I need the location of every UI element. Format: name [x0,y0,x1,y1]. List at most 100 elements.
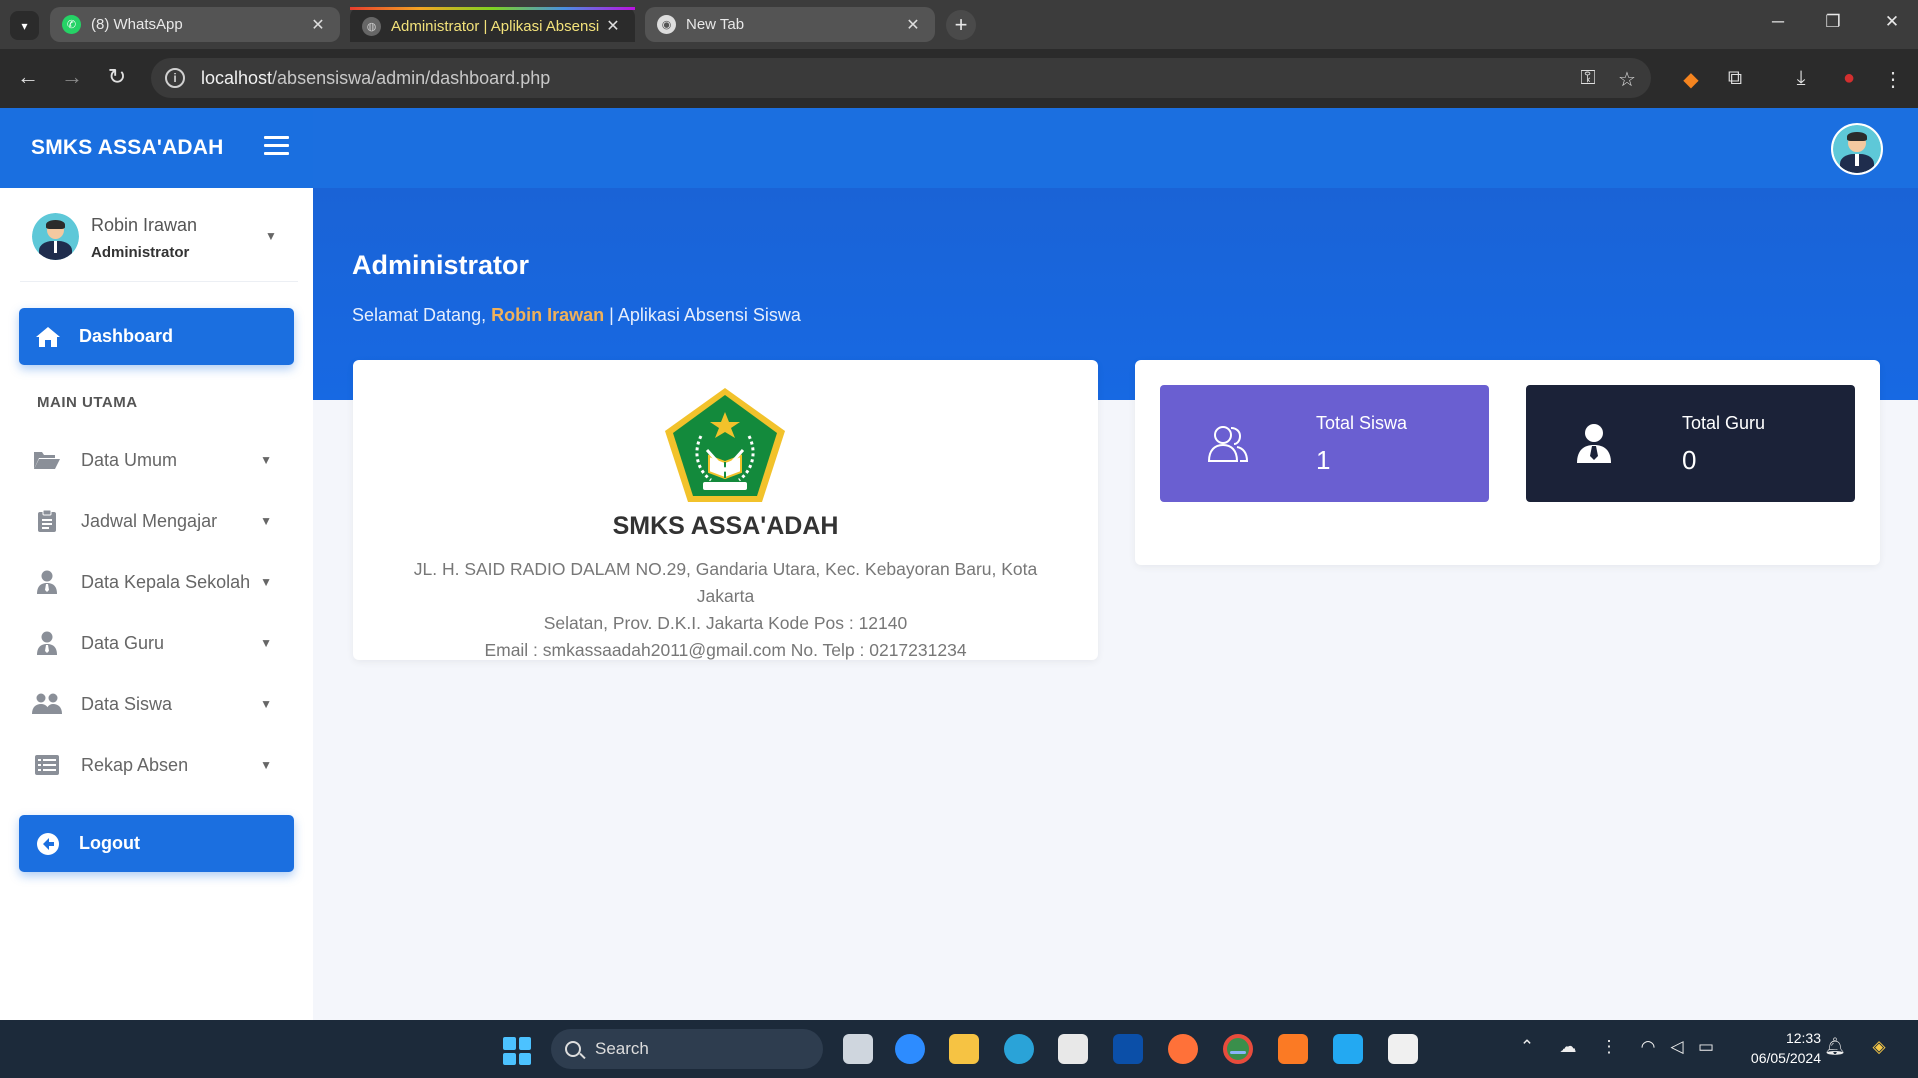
taskbar-search[interactable]: Search [551,1029,823,1069]
sidebar-item-dashboard[interactable]: Dashboard [19,308,294,365]
tab-title: (8) WhatsApp [91,16,183,33]
chevron-down-icon: ▼ [260,453,272,467]
school-info-card: SMKS ASSA'ADAH JL. H. SAID RADIO DALAM N… [353,360,1098,660]
tab-admin[interactable]: ◍ Administrator | Aplikasi Absensi ✕ [350,7,635,42]
url-host: localhost [201,67,273,88]
chrome-taskbar-icon[interactable] [1223,1034,1253,1064]
show-hidden-icons[interactable]: ⌃ [1514,1037,1540,1057]
sidebar-item-label: Dashboard [79,326,174,346]
microsoft-store-icon[interactable] [1058,1034,1088,1064]
close-tab-icon[interactable]: ✕ [603,16,623,36]
vscode-icon[interactable] [1333,1034,1363,1064]
active-app-indicator [1230,1051,1246,1054]
school-name: SMKS ASSA'ADAH [612,512,839,540]
new-tab-button[interactable]: + [946,10,976,40]
sidebar-item-data-kepala-sekolah[interactable]: Data Kepala Sekolah ▼ [32,562,272,602]
chevron-down-icon[interactable]: ▼ [265,229,277,243]
globe-icon: ◍ [362,16,381,36]
user-role: Administrator [91,244,190,261]
welcome-user-name: Robin Irawan [491,305,605,325]
wifi-icon[interactable]: ◠ [1635,1037,1661,1057]
profile-icon[interactable]: ● [1834,67,1864,90]
minimize-icon[interactable]: ─ [1763,12,1793,32]
welcome-text: Selamat Datang, Robin Irawan | Aplikasi … [352,305,801,326]
close-tab-icon[interactable]: ✕ [903,15,923,35]
search-placeholder: Search [595,1039,649,1058]
restore-icon[interactable]: ❐ [1818,12,1848,32]
sidebar-item-jadwal-mengajar[interactable]: Jadwal Mengajar ▼ [32,501,272,541]
clipboard-icon [32,508,62,534]
chevron-down-icon: ▼ [260,758,272,772]
hamburger-menu-icon[interactable] [264,136,289,156]
tab-search-button[interactable]: ▾ [10,11,39,40]
close-tab-icon[interactable]: ✕ [308,15,328,35]
header-avatar[interactable] [1831,123,1883,175]
address-line: JL. H. SAID RADIO DALAM NO.29, Gandaria … [413,559,1038,606]
notification-bell-icon[interactable]: 🔔︎ [1822,1037,1848,1057]
metamask-extension-icon[interactable]: ◆ [1676,67,1706,92]
chevron-down-icon: ▼ [260,514,272,528]
chevron-down-icon: ▼ [260,636,272,650]
chrome-icon: ◉ [657,15,676,34]
sidebar-item-data-umum[interactable]: Data Umum ▼ [32,440,272,480]
user-panel[interactable]: Robin Irawan Administrator ▼ [32,213,292,273]
logout-label: Logout [79,833,140,853]
clock-time: 12:33 [1785,1030,1821,1046]
sidebar: Robin Irawan Administrator ▼ Dashboard M… [0,188,313,1020]
sidebar-item-label: Jadwal Mengajar [81,510,218,531]
windows-start-icon[interactable] [503,1037,531,1065]
users-outline-icon [1206,421,1250,465]
download-icon[interactable]: ⤓ [1786,67,1816,90]
extensions-icon[interactable]: ⧉ [1720,67,1750,90]
back-icon[interactable]: ← [13,64,43,90]
widgets-icon[interactable]: ◈ [1866,1037,1892,1057]
dev-tool-icon[interactable] [1113,1034,1143,1064]
arrow-circle-left-icon [35,831,61,857]
file-explorer-icon[interactable] [949,1034,979,1064]
volume-icon[interactable]: ◁ [1664,1037,1690,1057]
stat-total-siswa[interactable]: Total Siswa 1 [1160,385,1489,502]
browser-menu-icon[interactable]: ⋮ [1878,67,1908,92]
network-icon[interactable]: ⋮ [1596,1037,1622,1057]
url-path: /absensiswa/admin/dashboard.php [272,67,551,88]
sidebar-item-label: Data Guru [81,632,165,653]
tab-whatsapp[interactable]: ✆ (8) WhatsApp ✕ [50,7,340,42]
close-window-icon[interactable]: ✕ [1877,12,1907,32]
list-icon [32,752,62,778]
battery-icon[interactable]: ▭ [1693,1037,1719,1057]
task-view-icon[interactable] [843,1034,873,1064]
edge-browser-icon[interactable] [1004,1034,1034,1064]
users-icon [32,691,62,717]
tab-title: New Tab [686,16,745,33]
logout-button[interactable]: Logout [19,815,294,872]
sidebar-item-data-guru[interactable]: Data Guru ▼ [32,623,272,663]
home-icon [35,324,61,350]
sidebar-item-rekap-absen[interactable]: Rekap Absen ▼ [32,745,272,785]
chevron-down-icon: ▼ [260,697,272,711]
search-icon [565,1041,581,1057]
xampp-icon[interactable] [1278,1034,1308,1064]
contact-line: Email : smkassaadah2011@gmail.com No. Te… [484,640,967,660]
stat-value: 1 [1316,445,1331,475]
firefox-icon[interactable] [1168,1034,1198,1064]
reload-icon[interactable]: ↻ [102,64,132,90]
taskbar-clock[interactable]: 12:33 06/05/2024 [1737,1028,1821,1068]
stat-total-guru[interactable]: Total Guru 0 [1526,385,1855,502]
user-tie-icon [32,569,62,595]
user-tie-icon [1572,421,1616,465]
tab-new-tab[interactable]: ◉ New Tab ✕ [645,7,935,42]
page-title: Administrator [352,250,530,280]
user-name: Robin Irawan [91,215,198,235]
zoom-app-icon[interactable] [895,1034,925,1064]
forward-icon[interactable]: → [57,64,87,90]
site-info-icon[interactable]: i [165,68,185,88]
folder-open-icon [32,447,62,473]
bookmark-star-icon[interactable]: ☆ [1612,67,1642,92]
password-key-icon[interactable]: ⚿ [1573,67,1603,90]
address-bar[interactable]: i localhost/absensiswa/admin/dashboard.p… [151,58,1651,98]
section-label: MAIN UTAMA [37,394,138,411]
snipping-tool-icon[interactable] [1388,1034,1418,1064]
os-taskbar: Search ⌃ ☁ ⋮ ◠ ◁ ▭ 12:33 06/05/2024 🔔︎ ◈ [0,1020,1918,1078]
onedrive-icon[interactable]: ☁ [1555,1037,1581,1057]
sidebar-item-data-siswa[interactable]: Data Siswa ▼ [32,684,272,724]
